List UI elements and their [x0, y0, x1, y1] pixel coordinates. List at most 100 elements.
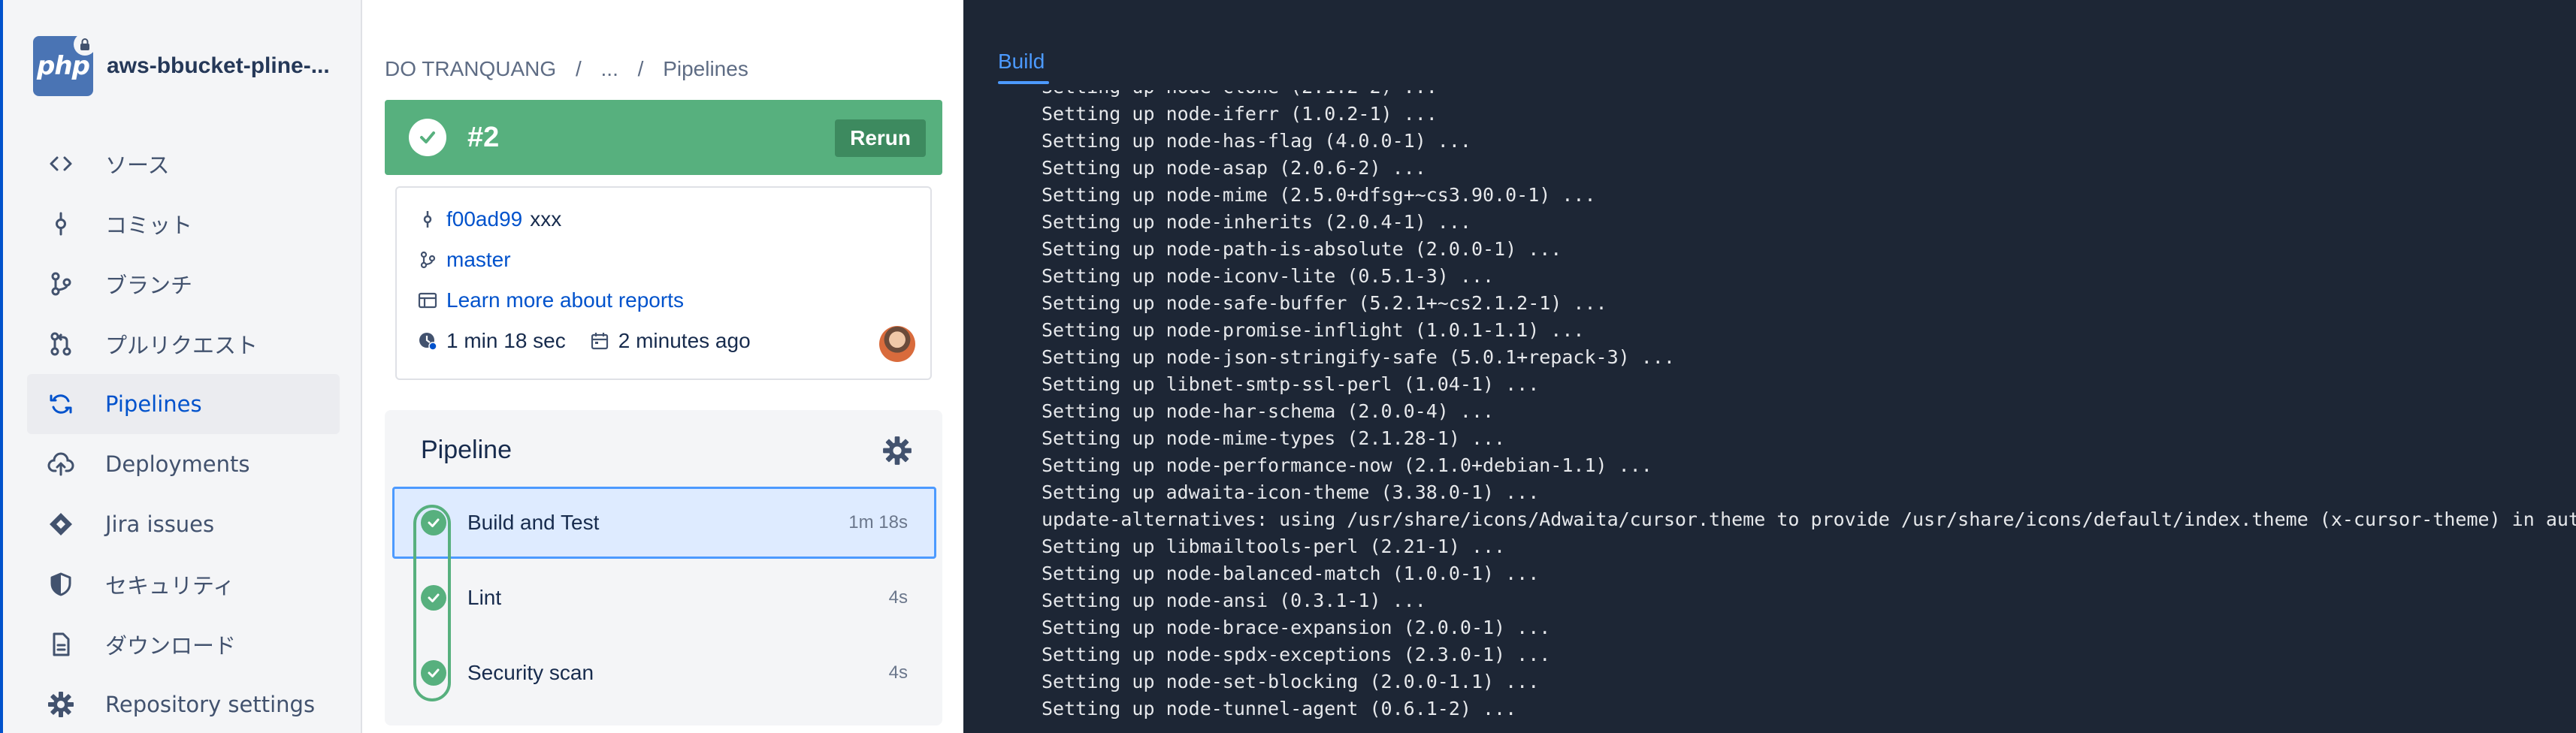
log-line: Setting up node-clone (2.1.2-2) ...: [1042, 90, 2576, 101]
commit-row: f00ad99 xxx: [416, 207, 561, 231]
sidebar-item-label: ダウンロード: [105, 633, 237, 659]
commit-icon: [416, 208, 439, 231]
tab-underline: [998, 81, 1049, 84]
branch-icon: [47, 270, 75, 298]
tab-build[interactable]: Build: [998, 50, 1045, 74]
repo-header[interactable]: php aws-bbucket-pline-...: [33, 33, 330, 96]
clock-icon: [416, 330, 439, 352]
log-line: Setting up node-iconv-lite (0.5.1-3) ...: [1042, 265, 1495, 287]
log-line: Setting up node-tunnel-agent (0.6.1-2) .…: [1042, 698, 1517, 719]
log-line: Setting up libnet-smtp-ssl-perl (1.04-1)…: [1042, 373, 1540, 395]
step-name: Build and Test: [467, 511, 600, 534]
sidebar-item-label: ソース: [105, 152, 170, 178]
gear-icon[interactable]: [881, 434, 914, 467]
log-line: Setting up node-set-blocking (2.0.0-1.1)…: [1042, 671, 1540, 692]
log-line: Setting up node-performance-now (2.1.0+d…: [1042, 454, 1652, 476]
step-duration: 4s: [888, 587, 908, 608]
sidebar: php aws-bbucket-pline-... ソース コミット ブランチ: [0, 0, 362, 733]
step-name: Security scan: [467, 661, 594, 684]
sidebar-item-commits[interactable]: コミット: [27, 194, 340, 254]
pipeline-detail-panel: DO TRANQUANG / ... / Pipelines #2 Rerun …: [362, 0, 963, 733]
sidebar-item-label: Pipelines: [105, 391, 202, 417]
breadcrumb-pipelines[interactable]: Pipelines: [663, 57, 748, 80]
pipeline-step[interactable]: Lint 4s: [392, 562, 936, 634]
pipelines-icon: [47, 390, 75, 418]
sidebar-item-pull-requests[interactable]: プルリクエスト: [27, 314, 340, 374]
sidebar-item-branches[interactable]: ブランチ: [27, 254, 340, 314]
log-output[interactable]: Setting up node-clone (2.1.2-2) ... Sett…: [1042, 90, 2576, 733]
pipeline-steps-card: Pipeline Build and Test 1m 18s Lint 4s S…: [385, 410, 942, 725]
file-icon: [47, 630, 75, 659]
build-started-time: 2 minutes ago: [618, 329, 751, 352]
sidebar-item-label: セキュリティ: [105, 573, 235, 599]
sidebar-item-security[interactable]: セキュリティ: [27, 554, 340, 614]
log-line: Setting up node-safe-buffer (5.2.1+~cs2.…: [1042, 292, 1607, 314]
sidebar-item-repository-settings[interactable]: Repository settings: [27, 674, 340, 733]
step-duration: 4s: [888, 662, 908, 683]
breadcrumb-ellipsis[interactable]: ...: [601, 57, 618, 80]
sidebar-item-label: Deployments: [105, 451, 250, 477]
breadcrumb-separator: /: [575, 57, 582, 80]
repo-avatar-text: php: [37, 51, 90, 81]
log-line: Setting up node-path-is-absolute (2.0.0-…: [1042, 238, 1562, 260]
log-line: Setting up node-brace-expansion (2.0.0-1…: [1042, 617, 1551, 638]
sidebar-item-downloads[interactable]: ダウンロード: [27, 614, 340, 674]
calendar-icon: [588, 330, 611, 352]
branch-link[interactable]: master: [446, 248, 511, 272]
sidebar-item-jira-issues[interactable]: Jira issues: [27, 494, 340, 554]
commit-hash-link[interactable]: f00ad99: [446, 207, 522, 231]
branch-icon: [416, 249, 439, 271]
log-line: Setting up node-spdx-exceptions (2.3.0-1…: [1042, 644, 1551, 665]
sidebar-item-label: Jira issues: [105, 511, 215, 537]
rerun-button[interactable]: Rerun: [835, 119, 926, 157]
jira-icon: [47, 510, 75, 538]
cloud-upload-icon: [47, 450, 75, 478]
sidebar-item-pipelines[interactable]: Pipelines: [27, 374, 340, 434]
sidebar-item-label: プルリクエスト: [105, 333, 259, 358]
log-line: Setting up node-balanced-match (1.0.0-1)…: [1042, 563, 1540, 584]
commit-message: xxx: [530, 207, 562, 231]
log-line: Setting up node-mime-types (2.1.28-1) ..…: [1042, 427, 1506, 449]
shield-icon: [47, 570, 75, 599]
build-status-header: #2 Rerun: [385, 100, 942, 175]
sidebar-item-label: コミット: [105, 213, 193, 238]
log-line: Setting up node-ansi (0.3.1-1) ...: [1042, 590, 1426, 611]
sidebar-item-deployments[interactable]: Deployments: [27, 434, 340, 494]
pipeline-step[interactable]: Security scan 4s: [392, 637, 936, 709]
avatar[interactable]: [879, 326, 915, 362]
breadcrumb-owner[interactable]: DO TRANQUANG: [385, 57, 556, 80]
sidebar-item-label: ブランチ: [105, 273, 193, 298]
log-line: Setting up adwaita-icon-theme (3.38.0-1)…: [1042, 481, 1540, 503]
log-line: Setting up node-has-flag (4.0.0-1) ...: [1042, 130, 1471, 152]
log-line: Setting up node-promise-inflight (1.0.1-…: [1042, 319, 1585, 341]
success-check-icon: [409, 119, 446, 156]
lock-icon: [74, 33, 96, 56]
pipeline-step[interactable]: Build and Test 1m 18s: [392, 487, 936, 559]
log-line: Setting up node-asap (2.0.6-2) ...: [1042, 157, 1426, 179]
report-icon: [416, 289, 439, 312]
sidebar-item-label: Repository settings: [105, 692, 316, 717]
breadcrumb: DO TRANQUANG / ... / Pipelines: [385, 57, 762, 81]
learn-more-reports-link[interactable]: Learn more about reports: [446, 288, 684, 312]
log-line: Setting up node-har-schema (2.0.0-4) ...: [1042, 400, 1495, 422]
timing-row: 1 min 18 sec 2 minutes ago: [416, 329, 751, 353]
log-line: update-alternatives: using /usr/share/ic…: [1042, 508, 2576, 530]
code-icon: [47, 149, 75, 178]
steps-connector: [413, 505, 451, 701]
repo-name: aws-bbucket-pline-...: [107, 53, 330, 78]
log-line: Setting up node-json-stringify-safe (5.0…: [1042, 346, 1675, 368]
build-log-panel: Build Setting up node-clone (2.1.2-2) ..…: [963, 0, 2576, 733]
step-name: Lint: [467, 586, 502, 609]
pull-request-icon: [47, 330, 75, 358]
step-duration: 1m 18s: [848, 512, 908, 532]
log-line: Setting up node-mime (2.5.0+dfsg+~cs3.90…: [1042, 184, 1596, 206]
build-number: #2: [467, 121, 500, 153]
log-line: Setting up libmailtools-perl (2.21-1) ..…: [1042, 535, 1506, 557]
sidebar-item-source[interactable]: ソース: [27, 134, 340, 194]
build-duration: 1 min 18 sec: [446, 329, 566, 352]
gear-icon: [47, 690, 75, 719]
reports-row: Learn more about reports: [416, 288, 684, 312]
commit-icon: [47, 210, 75, 238]
breadcrumb-separator: /: [637, 57, 644, 80]
log-line: Setting up node-inherits (2.0.4-1) ...: [1042, 211, 1471, 233]
